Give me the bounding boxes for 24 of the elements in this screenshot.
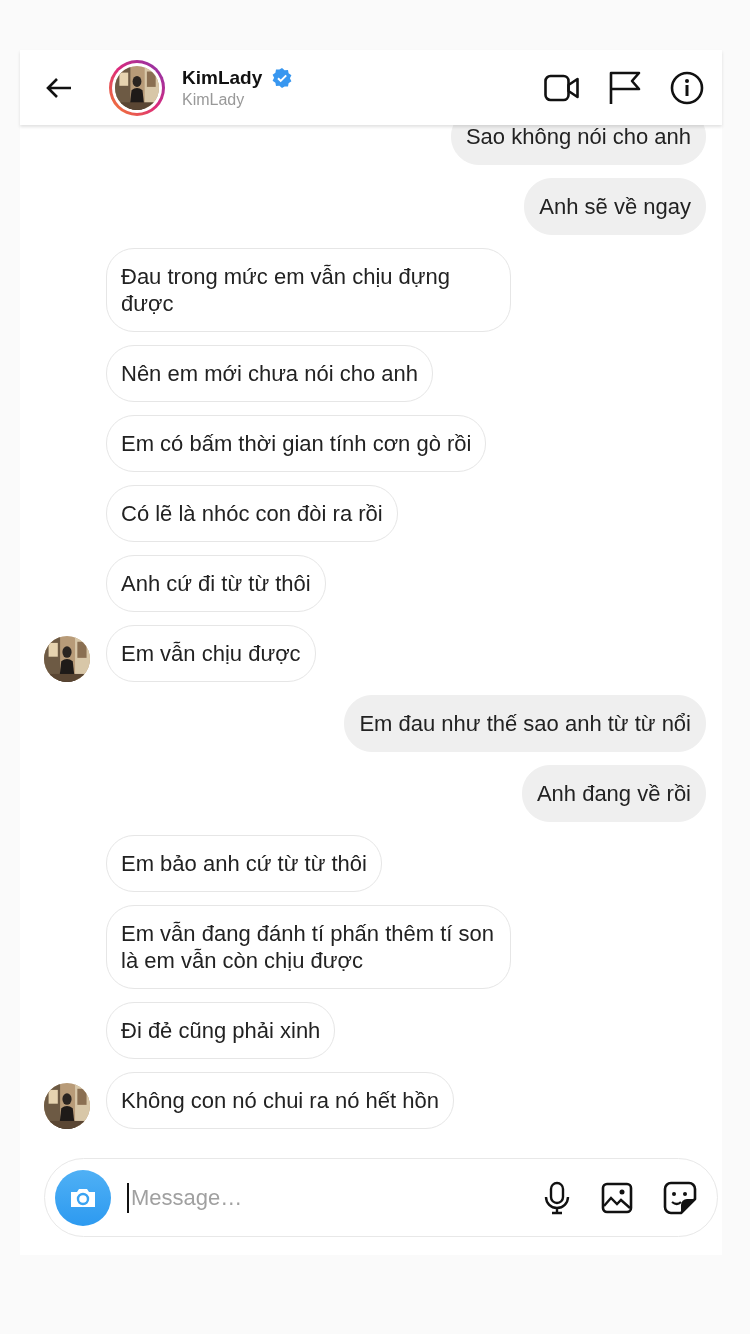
camera-button-icon[interactable] <box>55 1169 111 1226</box>
microphone-icon[interactable] <box>543 1180 571 1215</box>
message-bubble: Không con nó chui ra nó hết hồn <box>106 1072 455 1129</box>
message-bubble: Đi đẻ cũng phải xinh <box>106 1002 336 1059</box>
info-icon[interactable] <box>670 70 704 105</box>
message-bubble: Có lẽ là nhóc con đòi ra rồi <box>106 485 398 542</box>
message-bubble: Nên em mới chưa nói cho anh <box>106 345 433 402</box>
message-bubble: Anh sẽ về ngay <box>524 178 706 235</box>
message-bubble: Anh đang về rồi <box>521 765 706 822</box>
message-bubble: Em đau như thế sao anh từ từ nổi <box>344 695 706 752</box>
message-bubble: Sao không nói cho anh <box>450 125 706 165</box>
message-bubble: Đau trong mức em vẫn chịu đựng được <box>106 248 511 332</box>
message-bubble: Em bảo anh cứ từ từ thôi <box>106 835 382 892</box>
message-bubble: Em có bấm thời gian tính cơn gò rồi <box>106 415 487 472</box>
message-bubble: Em vẫn chịu được <box>106 625 316 682</box>
sticker-icon[interactable] <box>663 1180 697 1215</box>
contact-name: KimLady <box>182 66 263 89</box>
video-camera-icon[interactable] <box>544 73 580 102</box>
flag-icon[interactable] <box>608 70 642 105</box>
message-bubble: Anh cứ đi từ từ thôi <box>106 555 326 612</box>
message-bubble: Em vẫn đang đánh tí phấn thêm tí son là em vẫn còn chịu được <box>106 905 511 989</box>
image-icon[interactable] <box>601 1181 633 1214</box>
back-arrow-icon[interactable] <box>45 75 73 100</box>
contact-username: KimLady <box>182 90 246 109</box>
